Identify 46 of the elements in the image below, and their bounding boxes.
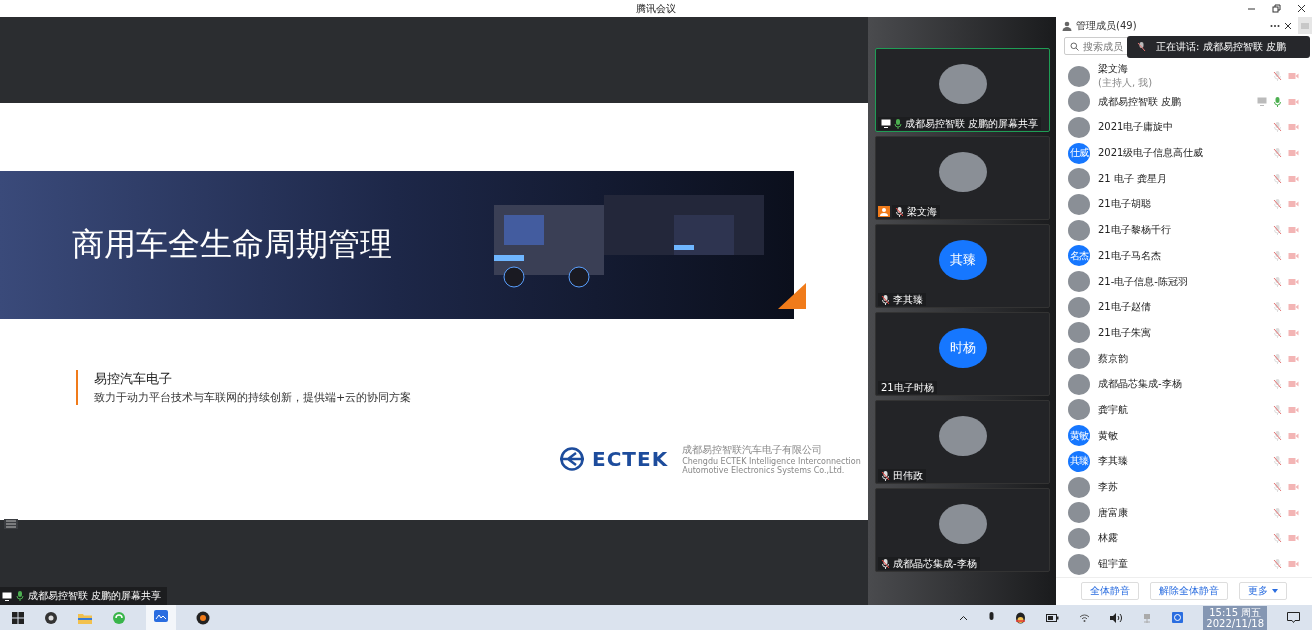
participant-name: 田伟政 <box>878 469 926 482</box>
company-name: 易控汽车电子 <box>94 370 173 388</box>
window-title: 腾讯会议 <box>636 1 676 16</box>
logo-english-name: Chengdu ECTEK Intelligence Interconnection <box>682 457 861 466</box>
company-tagline: 致力于动力平台技术与车联网的持续创新，提供端+云的协同方案 <box>94 390 413 405</box>
member-name: 龚宇航 <box>1098 402 1128 417</box>
member-name: 李其臻 <box>1098 454 1128 469</box>
member-name: 成都易控智联 皮鹏 <box>1098 94 1182 109</box>
participant-name: 成都易控智联 皮鹏的屏幕共享 <box>878 117 1042 130</box>
participant-name: 李其臻 <box>878 293 926 306</box>
logo-english-name: Automotive Electronics Systems Co.,Ltd. <box>682 466 846 475</box>
member-name: 21-电子信息-陈冠羽 <box>1098 274 1188 289</box>
member-name: 唐富康 <box>1098 505 1128 520</box>
slide-title: 商用车全生命周期管理 <box>72 224 392 265</box>
member-name: 林露 <box>1098 531 1118 546</box>
participant-name: 梁文海 <box>892 205 940 218</box>
member-name: 黄敏 <box>1098 428 1118 443</box>
initials-avatar: 名杰 <box>1068 245 1090 267</box>
initials-avatar: 其臻 <box>938 240 987 280</box>
share-label-text: 成都易控智联 皮鹏的屏幕共享 <box>28 589 162 603</box>
member-name: 蔡京韵 <box>1098 351 1128 366</box>
member-name: 李苏 <box>1098 480 1118 495</box>
logo-wordmark: ECTEK <box>592 447 669 471</box>
initials-avatar: 其臻 <box>1068 450 1090 472</box>
member-role: (主持人, 我) <box>1098 76 1153 91</box>
member-name: 21电子胡聪 <box>1098 197 1151 212</box>
clock-date: 2022/11/18 <box>1206 617 1264 629</box>
participant-name: 成都晶芯集成-李杨 <box>878 557 980 570</box>
initials-avatar: 时杨 <box>938 328 987 368</box>
panel-title: 管理成员(49) <box>1076 18 1137 33</box>
member-name: 21电子黎杨千行 <box>1098 223 1171 238</box>
speaking-text: 正在讲话: 成都易控智联 皮鹏 <box>1156 40 1286 54</box>
member-name: 梁文海 <box>1098 62 1129 77</box>
participant-name: 21电子时杨 <box>878 381 937 394</box>
clock-time: 15:15 周五 <box>1209 606 1262 618</box>
member-name: 21电子马名杰 <box>1098 248 1161 263</box>
member-name: 2021电子庸旋中 <box>1098 120 1174 135</box>
member-name: 21 电子 龚星月 <box>1098 171 1168 186</box>
logo-company-name: 成都易控智联汽车电子有限公司 <box>682 443 824 457</box>
member-name: 2021级电子信息高仕威 <box>1098 146 1204 161</box>
initials-avatar: 黄敏 <box>1068 425 1090 447</box>
member-name: 钮宇童 <box>1098 557 1128 572</box>
member-name: 21电子赵倩 <box>1098 300 1151 315</box>
initials-avatar: 仕威 <box>1068 142 1090 164</box>
member-name: 成都晶芯集成-李杨 <box>1098 377 1182 392</box>
member-name: 21电子朱寓 <box>1098 325 1151 340</box>
